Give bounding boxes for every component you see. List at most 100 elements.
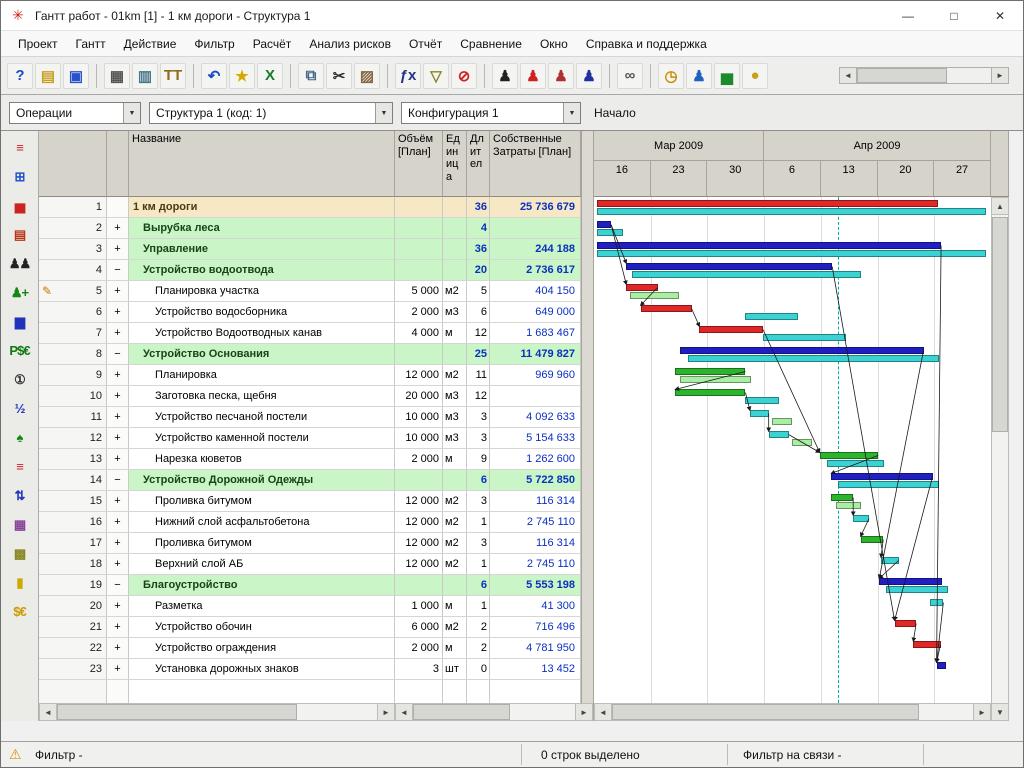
undo-button[interactable]: ↶ [201, 62, 227, 89]
resources-view-button[interactable]: ♟♟ [5, 249, 35, 278]
save-button[interactable]: ▣ [63, 62, 89, 89]
network-diagram-view-button[interactable]: ⊞ [5, 162, 35, 191]
table-row[interactable]: 21 + Устройство обочин 6 000 м2 2 716 496 [39, 617, 581, 638]
histogram-button[interactable]: ▅ [714, 62, 740, 89]
battery-view-button[interactable]: ▮ [5, 568, 35, 597]
time-analysis-button[interactable]: ◷ [658, 62, 684, 89]
document-1-view-button[interactable]: ① [5, 365, 35, 394]
menu-item[interactable]: Фильтр [185, 33, 243, 55]
scroll-left-icon[interactable]: ◄ [396, 704, 413, 720]
gantt-bar-navy[interactable] [626, 263, 833, 270]
gantt-chart-view-button[interactable]: ≡ [5, 133, 35, 162]
paste-button[interactable]: ▨ [354, 62, 380, 89]
row-toggle[interactable]: + [107, 554, 129, 575]
menu-item[interactable]: Расчёт [244, 33, 301, 55]
scroll-up-icon[interactable]: ▲ [992, 198, 1008, 215]
column-header-number[interactable] [39, 131, 107, 197]
gantt-bar-navy[interactable] [879, 578, 942, 585]
calendar-view-button[interactable]: ▦ [5, 510, 35, 539]
table-row[interactable]: 1 1 км дороги 36 25 736 679 [39, 197, 581, 218]
table-row[interactable]: 20 + Разметка 1 000 м 1 41 300 [39, 596, 581, 617]
gantt-bar-navy[interactable] [831, 473, 933, 480]
row-toggle[interactable]: + [107, 596, 129, 617]
row-toggle[interactable]: + [107, 659, 129, 680]
gantt-bar-navy[interactable] [596, 242, 942, 249]
chevron-down-icon[interactable]: ▼ [123, 103, 140, 123]
gantt-bar-green[interactable] [831, 494, 854, 501]
table-row[interactable]: 14− Устройство Дорожной Одежды 6 5 722 850 [39, 470, 581, 491]
vertical-scroll-thumb[interactable] [992, 217, 1008, 432]
row-toggle[interactable]: + [107, 407, 129, 428]
column-header-unit[interactable]: Единица [443, 131, 467, 197]
horizontal-scroll-track[interactable] [612, 704, 973, 720]
tables-button[interactable]: ▦ [104, 62, 130, 89]
table-gantt-splitter[interactable] [581, 131, 594, 721]
pager-right-icon[interactable]: ► [991, 68, 1008, 83]
row-toggle[interactable]: − [107, 260, 129, 281]
gantt-bar-red[interactable] [913, 641, 941, 648]
chevron-down-icon[interactable]: ▼ [375, 103, 392, 123]
exchange-view-button[interactable]: ⇅ [5, 481, 35, 510]
favorites-button[interactable]: ★ [229, 62, 255, 89]
gantt-bar-green[interactable] [860, 536, 884, 543]
links-button[interactable]: ∞ [617, 62, 643, 89]
row-toggle[interactable]: + [107, 428, 129, 449]
tree-view-button[interactable]: ♠ [5, 423, 35, 452]
columns-horizontal-scrollbar[interactable]: ◄ ► [395, 703, 593, 721]
resource-analysis-button[interactable]: ♟ [686, 62, 712, 89]
pager-thumb[interactable] [857, 68, 947, 83]
structure-combobox[interactable]: Структура 1 (код: 1) ▼ [149, 102, 393, 124]
row-toggle[interactable]: + [107, 302, 129, 323]
row-toggle[interactable]: − [107, 344, 129, 365]
horizontal-scroll-thumb[interactable] [612, 704, 919, 720]
resource-work-button[interactable]: ♟ [492, 62, 518, 89]
menu-item[interactable]: Окно [531, 33, 577, 55]
add-resource-button[interactable]: ♟+ [5, 278, 35, 307]
gantt-bar-cyan[interactable] [687, 355, 939, 362]
horizontal-scroll-track[interactable] [413, 704, 575, 720]
scroll-left-icon[interactable]: ◄ [40, 704, 57, 720]
row-toggle[interactable]: + [107, 533, 129, 554]
table-row[interactable]: 8− Устройство Основания 25 11 479 827 [39, 344, 581, 365]
minimize-button[interactable]: — [885, 1, 931, 30]
gantt-bar-lgreen[interactable] [630, 292, 680, 299]
gantt-bar-cyan[interactable] [930, 599, 944, 606]
currency-view-button[interactable]: P$€ [5, 336, 35, 365]
excel-export-button[interactable]: Х [257, 62, 283, 89]
table-row[interactable]: 9 + Планировка 12 000 м2 11 969 960 [39, 365, 581, 386]
gantt-bar-lgreen[interactable] [791, 439, 812, 446]
scroll-right-icon[interactable]: ► [575, 704, 592, 720]
cancel-button[interactable]: ⊘ [451, 62, 477, 89]
gantt-bar-red[interactable] [894, 620, 917, 627]
table-row[interactable]: 10 + Заготовка песка, щебня 20 000 м3 12 [39, 386, 581, 407]
table-row[interactable]: 16 + Нижний слой асфальтобетона 12 000 м2 1 2 … [39, 512, 581, 533]
row-toggle[interactable]: + [107, 239, 129, 260]
document-half-view-button[interactable]: ½ [5, 394, 35, 423]
gantt-bar-green[interactable] [675, 368, 746, 375]
materials-view-button[interactable]: ▤ [5, 220, 35, 249]
gantt-bar-navy[interactable] [936, 662, 946, 669]
gantt-bar-cyan[interactable] [631, 271, 861, 278]
gantt-bar-cyan[interactable] [763, 334, 847, 341]
gantt-bar-red[interactable] [596, 200, 938, 207]
horizontal-scroll-thumb[interactable] [413, 704, 511, 720]
formula-button[interactable]: ƒx [395, 62, 421, 89]
row-toggle[interactable]: − [107, 575, 129, 596]
gantt-bar-cyan[interactable] [744, 313, 799, 320]
gantt-bar-navy[interactable] [596, 221, 611, 228]
close-button[interactable]: ✕ [977, 1, 1023, 30]
row-toggle[interactable]: + [107, 323, 129, 344]
table-row[interactable]: 22 + Устройство ограждения 2 000 м 2 4 781 950 [39, 638, 581, 659]
filter-button[interactable]: ▽ [423, 62, 449, 89]
menu-item[interactable]: Сравнение [451, 33, 531, 55]
menu-item[interactable]: Гантт [67, 33, 115, 55]
gantt-bar-lgreen[interactable] [680, 376, 752, 383]
column-header-duration[interactable]: Длител [467, 131, 490, 197]
row-toggle[interactable]: + [107, 365, 129, 386]
horizontal-scroll-track[interactable] [57, 704, 377, 720]
gantt-bar-cyan[interactable] [768, 431, 789, 438]
gantt-bar-cyan[interactable] [596, 208, 986, 215]
table-row[interactable]: 2 + Вырубка леса 4 [39, 218, 581, 239]
menu-item[interactable]: Анализ рисков [300, 33, 400, 55]
gantt-bar-cyan[interactable] [837, 481, 939, 488]
